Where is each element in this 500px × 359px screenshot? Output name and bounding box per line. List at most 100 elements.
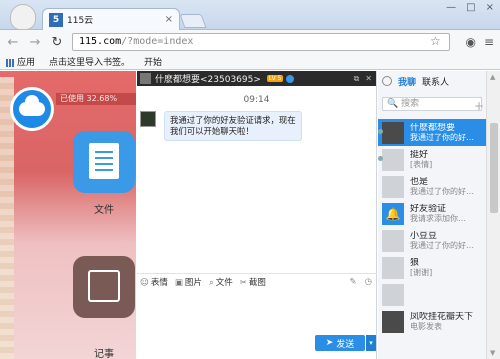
- scissors-icon: ✂: [239, 277, 247, 288]
- contact-item[interactable]: 挺好 [表情]: [378, 146, 486, 173]
- contact-item[interactable]: 🔔 好友验证 我请求添加你…: [378, 200, 486, 227]
- scroll-up-icon[interactable]: ▲: [490, 73, 495, 81]
- minimize-button[interactable]: —: [446, 2, 456, 13]
- send-options-dropdown[interactable]: ▾: [366, 335, 376, 351]
- scroll-down-icon[interactable]: ▼: [490, 349, 495, 357]
- maximize-button[interactable]: □: [466, 2, 475, 13]
- browser-tab[interactable]: 5 115云 ×: [42, 8, 180, 30]
- close-window-button[interactable]: ×: [486, 2, 494, 13]
- notes-app-tile[interactable]: [73, 256, 135, 318]
- site-logo-icon: 5: [49, 12, 63, 27]
- bookmark-apps[interactable]: 应用: [6, 55, 35, 68]
- emoji-icon: ☺: [140, 277, 149, 288]
- chat-close-icon[interactable]: ✕: [365, 74, 372, 84]
- contacts-panel: 我聊 联系人 🔍 搜索 + 什麽都想要 我通过了你的好… 挺好 [表情] 也是 我通过…: [378, 71, 486, 359]
- file-tool[interactable]: ⌕ 文件: [209, 276, 233, 288]
- contact-item[interactable]: 什麽都想要 我通过了你的好…: [378, 119, 486, 146]
- contact-preview: 我通过了你的好…: [410, 186, 474, 196]
- tab-my-chats[interactable]: 我聊: [398, 75, 416, 88]
- message-bubble: 我通过了你的好友验证请求，现在我们可以开始聊天啦！: [164, 111, 302, 141]
- bookmarks-bar: 应用 点击这里导入书签。 开始: [0, 54, 500, 70]
- storage-usage: 已使用 32.68%: [56, 93, 136, 105]
- file-app-label: 文件: [94, 205, 114, 216]
- chat-window: 什麽都想要<23503695> LV 5 ⧉ ✕ 09:14 我通过了你的好友验…: [137, 71, 377, 359]
- new-tab-button[interactable]: [179, 14, 207, 28]
- bookmark-import[interactable]: 点击这里导入书签。: [49, 55, 130, 68]
- tab-close-icon[interactable]: ×: [165, 14, 173, 25]
- search-input[interactable]: 🔍 搜索: [382, 97, 482, 111]
- cloud-icon[interactable]: [10, 87, 54, 131]
- bookmark-start[interactable]: 开始: [144, 55, 162, 68]
- contact-list: 什麽都想要 我通过了你的好… 挺好 [表情] 也是 我通过了你的好… 🔔 好友验证 我请…: [378, 119, 486, 335]
- address-bar[interactable]: 115.com/?mode=index: [72, 33, 450, 51]
- attachment-icon: ⌕: [208, 277, 214, 288]
- globe-icon[interactable]: ◉: [465, 35, 475, 49]
- contact-avatar: [382, 229, 404, 252]
- contact-avatar: [382, 256, 404, 279]
- contact-avatar: [382, 121, 404, 144]
- contact-name: 狼: [410, 257, 420, 268]
- add-contact-icon[interactable]: +: [474, 99, 484, 113]
- forward-icon[interactable]: →: [26, 35, 44, 50]
- profile-avatar[interactable]: [10, 4, 36, 30]
- contact-item[interactable]: 小豆豆 我通过了你的好…: [378, 227, 486, 254]
- notepad-icon: [88, 270, 120, 302]
- contact-avatar: [382, 148, 404, 171]
- contact-preview: [谢谢]: [410, 267, 433, 277]
- contact-item[interactable]: 狼 [谢谢]: [378, 254, 486, 281]
- chat-avatar[interactable]: [140, 73, 151, 84]
- reload-icon[interactable]: ↻: [48, 35, 66, 50]
- browser-toolbar: ← → ↻ 115.com/?mode=index ☆ ◉ ≡: [0, 30, 500, 54]
- window-controls: — □ ×: [446, 2, 494, 13]
- chat-bubble-icon: [382, 76, 392, 86]
- screenshot-tool[interactable]: ✂ 截图: [240, 276, 266, 288]
- chat-header: 什麽都想要<23503695> LV 5 ⧉ ✕: [137, 71, 376, 86]
- pen-icon[interactable]: ✎: [349, 277, 356, 287]
- scroll-thumb[interactable]: [490, 123, 498, 213]
- contact-name: 挺好: [410, 149, 429, 160]
- contact-name: 什麽都想要: [410, 122, 456, 133]
- chat-title: 什麽都想要<23503695>: [155, 75, 261, 85]
- chat-toolbar: ☺ 表情 ▣ 图片 ⌕ 文件 ✂ 截图 ✎ ◷: [137, 273, 377, 289]
- sender-avatar[interactable]: [140, 111, 156, 127]
- vip-icon: [286, 74, 295, 83]
- contact-avatar: [382, 283, 404, 306]
- contact-item[interactable]: 凤吹挂花瓣天下 电影发表: [378, 308, 486, 335]
- document-icon: [89, 143, 119, 179]
- send-button[interactable]: ➤ 发送: [315, 335, 365, 351]
- history-icon[interactable]: ◷: [365, 277, 372, 287]
- cloud-desktop: 已使用 32.68% 文件 记事: [0, 71, 136, 359]
- contact-preview: 我请求添加你…: [410, 213, 466, 223]
- url-host: 115.com: [79, 36, 122, 47]
- page-scrollbar[interactable]: ▲ ▼: [486, 71, 500, 359]
- contact-name: 小豆豆: [410, 230, 438, 241]
- emoji-tool[interactable]: ☺ 表情: [140, 276, 168, 288]
- contact-avatar: [382, 310, 404, 333]
- level-badge: LV 5: [266, 75, 284, 82]
- image-icon: ▣: [174, 277, 183, 288]
- contact-name: 好友验证: [410, 203, 447, 214]
- menu-icon[interactable]: ≡: [484, 35, 494, 49]
- contact-item[interactable]: 也是 我通过了你的好…: [378, 173, 486, 200]
- popout-icon[interactable]: ⧉: [354, 74, 360, 84]
- contact-preview: [表情]: [410, 159, 433, 169]
- contact-avatar: [382, 175, 404, 198]
- contact-preview: 电影发表: [410, 321, 442, 331]
- back-icon[interactable]: ←: [4, 35, 22, 50]
- file-app-tile[interactable]: [73, 131, 135, 193]
- contact-item[interactable]: [378, 281, 486, 308]
- notes-app-label: 记事: [94, 349, 114, 359]
- apps-grid-icon: [6, 58, 14, 67]
- url-path: /?mode=index: [121, 36, 194, 47]
- bell-icon: 🔔: [382, 202, 404, 225]
- contact-preview: 我通过了你的好…: [410, 132, 474, 142]
- contact-name: 也是: [410, 176, 429, 187]
- contact-preview: 我通过了你的好…: [410, 240, 474, 250]
- tab-contacts[interactable]: 联系人: [422, 75, 449, 88]
- page-content: 已使用 32.68% 文件 记事 什麽都想要<23503695> LV 5 ⧉ …: [0, 71, 500, 359]
- status-dot: [378, 156, 383, 161]
- image-tool[interactable]: ▣ 图片: [175, 276, 202, 288]
- send-arrow-icon: ➤: [325, 338, 334, 348]
- message-time: 09:14: [243, 95, 270, 105]
- bookmark-star-icon[interactable]: ☆: [430, 34, 441, 48]
